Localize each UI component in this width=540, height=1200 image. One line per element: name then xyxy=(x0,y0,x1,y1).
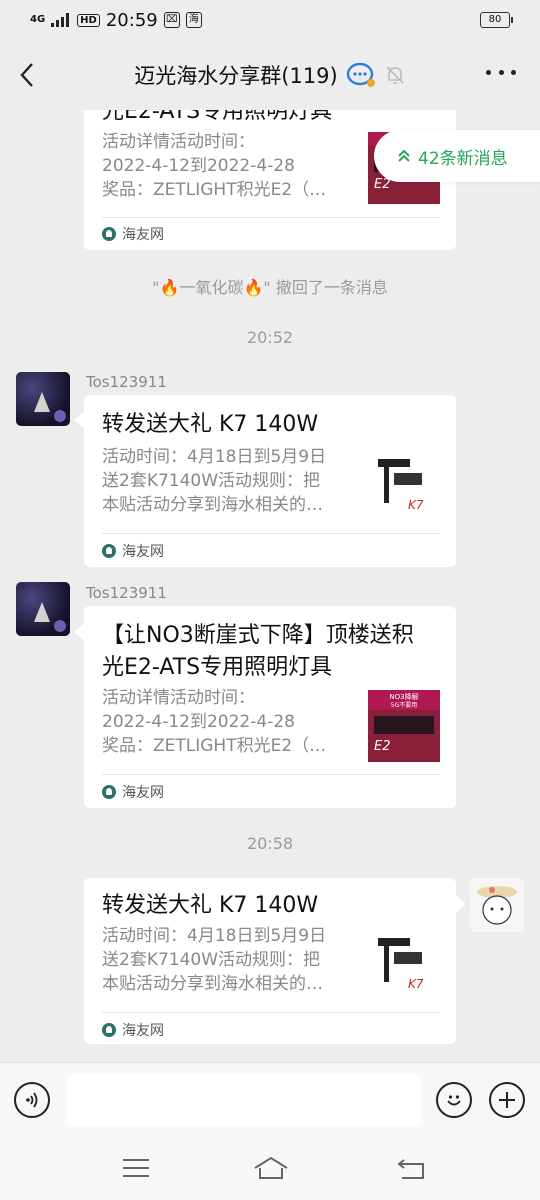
svg-text:5G不要用: 5G不要用 xyxy=(391,702,417,709)
more-dot-icon xyxy=(511,70,516,75)
source-logo-icon xyxy=(102,785,116,799)
card-desc-line: 奖品：ZETLIGHT积光E2（… xyxy=(102,736,327,756)
card-title: 转发送大礼 K7 140W xyxy=(102,412,319,437)
avatar[interactable] xyxy=(16,582,70,636)
svg-text:K7: K7 xyxy=(408,977,424,991)
source-name: 海友网 xyxy=(122,227,164,243)
card-title: 【让NO3断崖式下降】顶楼送积 xyxy=(102,623,414,648)
link-card[interactable]: 【让NO3断崖式下降】顶楼送积 光E2-ATS专用照明灯具 活动详情活动时间： … xyxy=(84,606,456,808)
message-input-bar xyxy=(0,1062,540,1136)
avatar-image xyxy=(34,602,66,632)
status-bar: 4G HD 20:59 ⌧ 海 80 xyxy=(0,0,540,40)
more-dot-icon xyxy=(486,70,491,75)
source-name: 海友网 xyxy=(122,785,164,801)
card-desc-line: 本贴活动分享到海水相关的… xyxy=(102,974,323,994)
chevron-left-icon xyxy=(20,63,33,87)
card-desc-line: 奖品：ZETLIGHT积光E2（… xyxy=(102,180,327,200)
message-input[interactable] xyxy=(66,1074,422,1126)
plus-icon xyxy=(499,1092,515,1108)
avatar-image xyxy=(470,878,524,932)
card-desc-line: 送2套K7140W活动规则：把 xyxy=(102,471,321,491)
title-wrap: 迈光海水分享群(119) xyxy=(134,60,405,90)
signal-icon xyxy=(51,13,70,27)
link-card[interactable]: 转发送大礼 K7 140W 活动时间：4月18日到5月9日 送2套K7140W活… xyxy=(84,878,456,1044)
card-divider xyxy=(102,774,440,775)
bubble-arrow xyxy=(74,412,84,428)
card-divider xyxy=(102,217,440,218)
bubble-arrow xyxy=(74,624,84,640)
smile-icon xyxy=(447,1095,461,1106)
home-nav-button[interactable] xyxy=(252,1154,290,1182)
double-chevron-up-icon xyxy=(398,149,410,162)
group-chat-bubble-icon xyxy=(346,62,375,87)
voice-icon xyxy=(26,1092,38,1108)
return-icon xyxy=(397,1159,424,1179)
more-functions-button[interactable] xyxy=(489,1082,525,1118)
recall-notice: "🔥一氧化碳🔥" 撤回了一条消息 xyxy=(152,278,388,297)
timestamp: 20:52 xyxy=(246,328,294,347)
e2-product-thumbnail: NO3降解 5G不要用 E2 xyxy=(368,690,440,762)
avatar-image xyxy=(34,392,66,422)
network-indicator: 4G xyxy=(30,14,46,25)
card-desc-line: 本贴活动分享到海水相关的… xyxy=(102,495,323,515)
card-desc-line: 2022-4-12到2022-4-28 xyxy=(102,712,295,732)
mute-bell-icon xyxy=(386,66,404,84)
card-title: 光E2-ATS专用照明灯具 xyxy=(102,110,333,124)
card-desc-line: 活动详情活动时间： xyxy=(102,688,255,708)
source-logo-icon xyxy=(102,544,116,558)
card-source: 海友网 xyxy=(102,224,164,244)
svg-text:K7: K7 xyxy=(408,498,424,512)
card-divider xyxy=(102,1012,440,1013)
card-desc-line: 活动时间：4月18日到5月9日 xyxy=(102,926,327,946)
back-nav-button[interactable] xyxy=(396,1154,428,1182)
link-card[interactable]: 转发送大礼 K7 140W 活动时间：4月18日到5月9日 送2套K7140W活… xyxy=(84,395,456,567)
card-title: 光E2-ATS专用照明灯具 xyxy=(102,655,333,680)
chat-header: 迈光海水分享群(119) xyxy=(0,40,540,110)
k7-product-thumbnail: K7 xyxy=(368,451,440,523)
source-name: 海友网 xyxy=(122,1023,164,1039)
new-messages-button[interactable]: 42条新消息 xyxy=(374,130,540,182)
card-desc-line: 2022-4-12到2022-4-28 xyxy=(102,156,295,176)
gallery-notification-icon: ⌧ xyxy=(163,12,180,28)
card-desc-line: 活动时间：4月18日到5月9日 xyxy=(102,447,327,467)
card-desc-line: 活动详情活动时间： xyxy=(102,132,255,152)
source-logo-icon xyxy=(102,1023,116,1037)
sender-name: Tos123911 xyxy=(86,584,167,602)
home-icon xyxy=(254,1156,288,1179)
chat-title: 迈光海水分享群(119) xyxy=(134,64,338,88)
chat-messages[interactable]: 光E2-ATS专用照明灯具 活动详情活动时间： 2022-4-12到2022-4… xyxy=(0,110,540,1060)
source-logo-icon xyxy=(102,227,116,241)
card-source: 海友网 xyxy=(102,541,164,561)
emoji-button[interactable] xyxy=(436,1082,472,1118)
sender-name: Tos123911 xyxy=(86,373,167,391)
more-dot-icon xyxy=(498,70,504,75)
app-notification-icon: 海 xyxy=(185,12,202,28)
card-desc-line: 送2套K7140W活动规则：把 xyxy=(102,950,321,970)
svg-text:NO3降解: NO3降解 xyxy=(389,692,418,701)
card-source: 海友网 xyxy=(102,782,164,802)
k7-product-thumbnail: K7 xyxy=(368,930,440,1002)
status-left: 4G HD 20:59 ⌧ 海 xyxy=(30,10,202,31)
system-navigation-bar xyxy=(0,1136,540,1200)
new-messages-label: 42条新消息 xyxy=(418,148,508,169)
self-avatar[interactable] xyxy=(470,878,524,932)
voice-input-button[interactable] xyxy=(14,1082,50,1118)
hd-badge: HD xyxy=(77,13,100,27)
svg-text:E2: E2 xyxy=(374,739,391,754)
status-time: 20:59 xyxy=(105,9,158,31)
source-name: 海友网 xyxy=(122,544,164,560)
card-source: 海友网 xyxy=(102,1020,164,1040)
more-options-button[interactable] xyxy=(486,70,516,80)
timestamp: 20:58 xyxy=(246,834,294,853)
back-button[interactable] xyxy=(16,58,46,92)
card-divider xyxy=(102,533,440,534)
card-title: 转发送大礼 K7 140W xyxy=(102,893,319,918)
bubble-arrow xyxy=(456,896,466,912)
menu-icon xyxy=(123,1159,149,1177)
battery-icon: 80 xyxy=(480,12,513,28)
avatar[interactable] xyxy=(16,372,70,426)
menu-nav-button[interactable] xyxy=(120,1154,152,1182)
